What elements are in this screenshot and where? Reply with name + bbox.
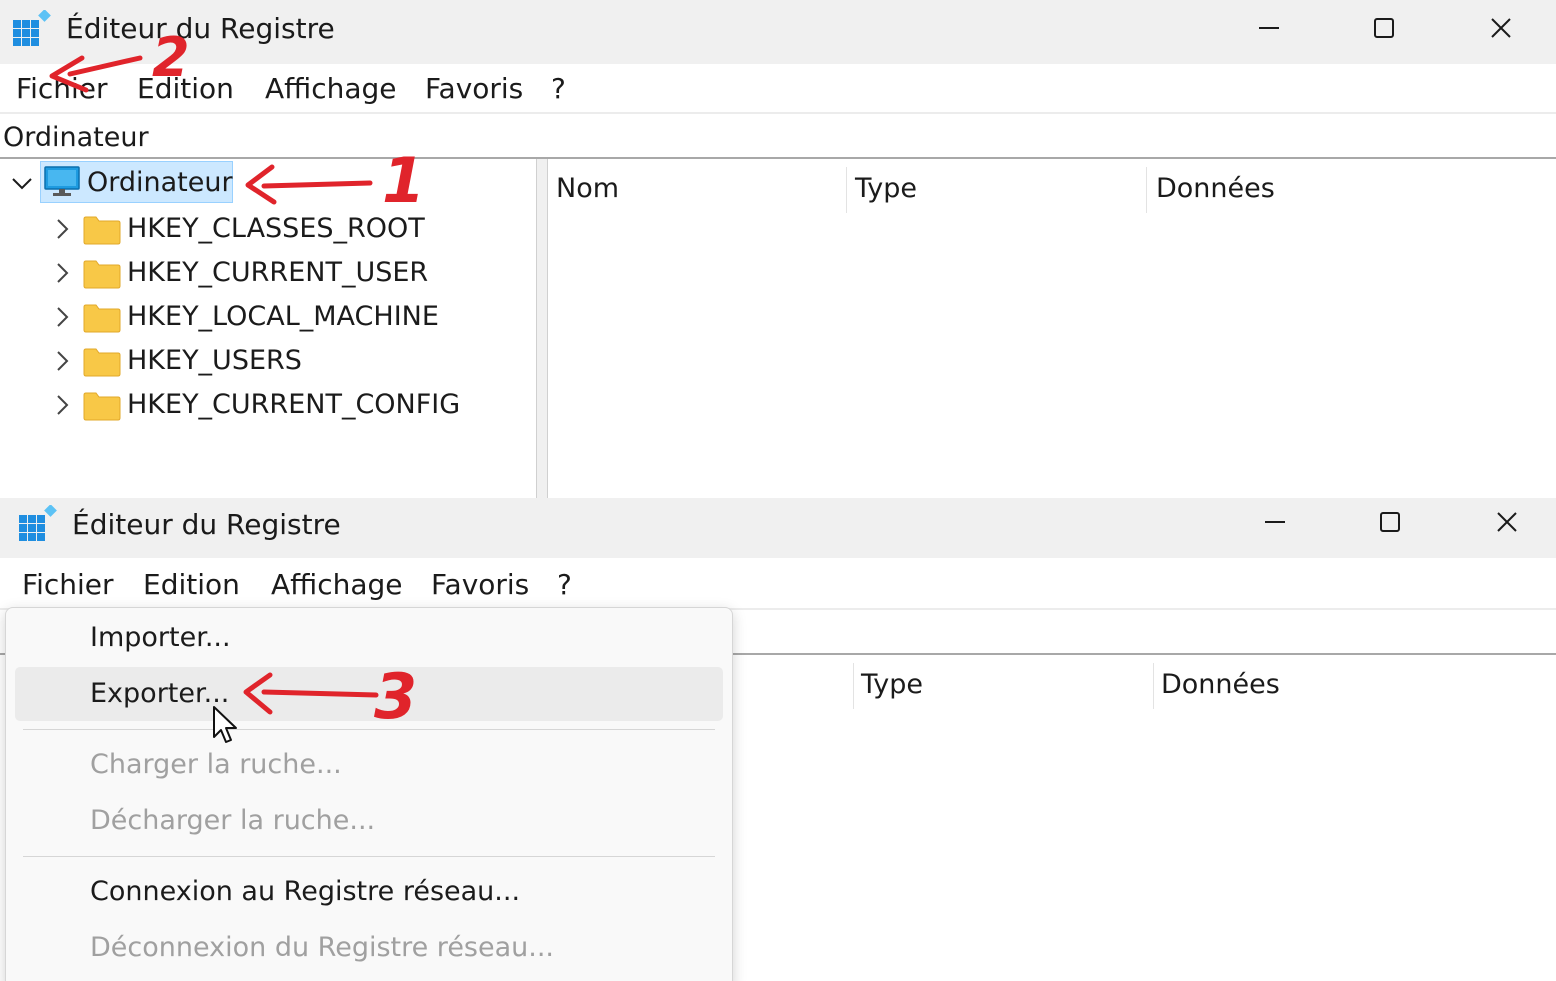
maximize-button[interactable] [1354,10,1414,50]
folder-icon [83,392,121,421]
menu-edition[interactable]: Edition [137,72,234,105]
chevron-right-icon[interactable] [50,217,74,241]
menu-separator [23,729,715,730]
tree-label-ordinateur: Ordinateur [87,167,233,198]
menu-fichier[interactable]: Fichier [16,72,108,105]
mouse-cursor-icon [213,706,237,743]
maximize-button[interactable] [1360,504,1420,544]
menu-item-connexion-registre[interactable]: Connexion au Registre réseau... [90,876,520,907]
address-bar[interactable]: Ordinateur [0,112,1556,159]
computer-icon [44,166,80,196]
menu-affichage[interactable]: Affichage [271,568,403,601]
tree-label: HKEY_CURRENT_CONFIG [127,389,461,420]
menu-separator [23,856,715,857]
menu-favoris[interactable]: Favoris [425,72,523,105]
address-text: Ordinateur [3,122,149,153]
tree-node-hkcu[interactable]: HKEY_CURRENT_USER [0,253,536,293]
values-list-pane: Nom Type Données [548,159,1556,498]
chevron-right-icon[interactable] [50,393,74,417]
tree-node-hklm[interactable]: HKEY_LOCAL_MACHINE [0,297,536,337]
column-header-nom[interactable]: Nom [556,173,619,204]
folder-icon [83,260,121,289]
registry-editor-window-top: Éditeur du Registre Fichier Edition Affi… [0,0,1556,498]
column-divider[interactable] [846,167,847,213]
chevron-right-icon[interactable] [50,349,74,373]
close-icon [1497,512,1517,532]
close-icon [1491,18,1511,38]
chevron-down-icon[interactable] [10,171,34,195]
folder-icon [83,348,121,377]
pane-splitter[interactable] [536,159,548,498]
chevron-right-icon[interactable] [50,261,74,285]
menu-favoris[interactable]: Favoris [431,568,529,601]
minimize-icon [1265,521,1285,523]
maximize-icon [1380,512,1400,532]
close-button[interactable] [1477,504,1537,544]
menu-help[interactable]: ? [557,568,572,601]
column-divider[interactable] [853,663,854,709]
menu-item-charger-ruche: Charger la ruche... [90,749,342,780]
window-title: Éditeur du Registre [72,508,341,541]
menu-bar: Fichier Edition Affichage Favoris ? [0,64,1556,112]
menu-bar: Fichier Edition Affichage Favoris ? [0,558,1556,606]
column-header-donnees[interactable]: Données [1161,669,1280,700]
maximize-icon [1374,18,1394,38]
column-divider[interactable] [1153,663,1154,709]
menu-help[interactable]: ? [551,72,566,105]
chevron-right-icon[interactable] [50,305,74,329]
column-divider[interactable] [1146,167,1147,213]
column-header-type[interactable]: Type [861,669,923,700]
minimize-icon [1259,27,1279,29]
menu-fichier[interactable]: Fichier [22,568,114,601]
tree-node-hkcr[interactable]: HKEY_CLASSES_ROOT [0,209,536,249]
tree-node-ordinateur[interactable]: Ordinateur [0,159,536,205]
tree-node-hkcc[interactable]: HKEY_CURRENT_CONFIG [0,385,536,425]
menu-item-decharger-ruche: Décharger la ruche... [90,805,376,836]
regedit-icon [13,10,51,46]
window-title: Éditeur du Registre [66,12,335,45]
regedit-icon [19,505,57,541]
menu-edition[interactable]: Edition [143,568,240,601]
column-header-donnees[interactable]: Données [1156,173,1275,204]
minimize-button[interactable] [1239,10,1299,50]
folder-icon [83,304,121,333]
title-bar[interactable]: Éditeur du Registre [0,498,1556,562]
column-header-type[interactable]: Type [855,173,917,204]
folder-icon [83,216,121,245]
tree-label: HKEY_CLASSES_ROOT [127,213,425,244]
minimize-button[interactable] [1245,504,1305,544]
menu-affichage[interactable]: Affichage [265,72,397,105]
menu-item-deconnexion-registre: Déconnexion du Registre réseau... [90,932,555,963]
tree-label: HKEY_USERS [127,345,302,376]
tree-pane: Ordinateur HKEY_CLASSES_ROOT HKEY_CURREN… [0,159,536,498]
title-bar[interactable]: Éditeur du Registre [0,0,1556,64]
file-menu-dropdown: Importer... Exporter... Charger la ruche… [5,607,733,981]
close-button[interactable] [1471,10,1531,50]
menu-item-importer[interactable]: Importer... [90,622,231,653]
tree-label: HKEY_LOCAL_MACHINE [127,301,439,332]
tree-node-hku[interactable]: HKEY_USERS [0,341,536,381]
tree-label: HKEY_CURRENT_USER [127,257,429,288]
menu-item-exporter[interactable]: Exporter... [90,678,229,709]
